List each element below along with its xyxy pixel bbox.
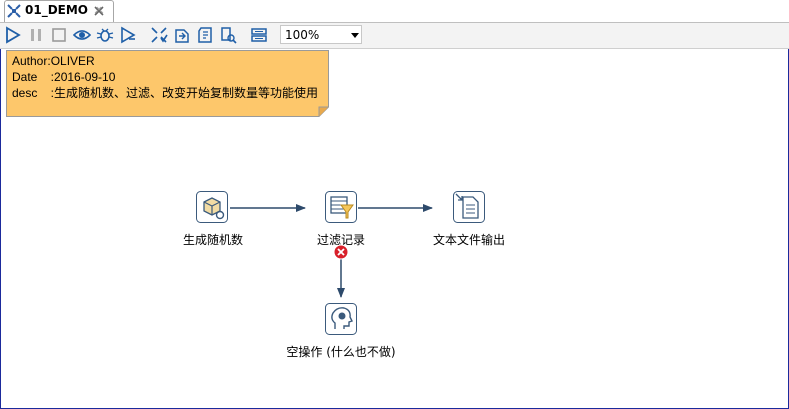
step-random-generator[interactable]: [196, 191, 228, 223]
filter-rows-icon: [325, 191, 357, 223]
step-label-random: 生成随机数: [182, 233, 244, 247]
text-file-output-icon: [453, 191, 485, 223]
step-label-dummy: 空操作 (什么也不做): [286, 345, 396, 359]
step-text-file-output[interactable]: [453, 191, 485, 223]
random-generator-icon: [196, 191, 228, 223]
dummy-step-icon: [325, 303, 357, 335]
step-label-filter: 过滤记录: [316, 233, 366, 247]
step-filter-rows[interactable]: [325, 191, 357, 223]
step-label-output: 文本文件输出: [432, 233, 506, 247]
step-dummy[interactable]: [325, 303, 357, 335]
